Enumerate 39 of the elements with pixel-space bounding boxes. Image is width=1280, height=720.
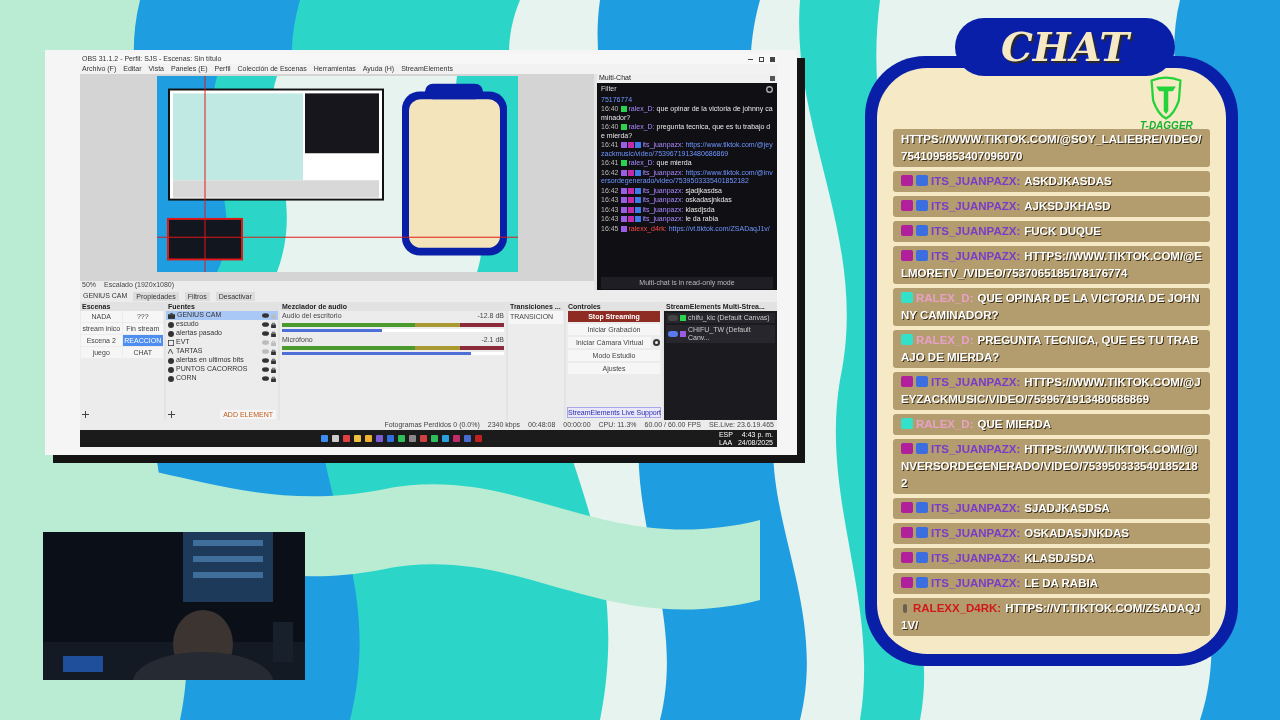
logo-text: T-DAGGER	[1140, 120, 1193, 131]
chat-title: CHAT	[955, 18, 1175, 76]
chat-message: ITS_JUANPAZX: ASKDJKASDAS	[893, 171, 1210, 192]
chat-message: ITS_JUANPAZX: HTTPS://WWW.TIKTOK.COM/@INVERSORDEGENERADO/VIDEO/7539503335401852182	[893, 439, 1210, 494]
platform-icon	[620, 169, 627, 176]
lock-icon[interactable]	[271, 348, 276, 355]
add-icon[interactable]	[82, 411, 89, 418]
chat-message: RALEX_D: QUE OPINAR DE LA VICTORIA DE JOHNNY CAMINADOR?	[893, 288, 1210, 326]
close-icon[interactable]	[770, 56, 775, 62]
chat-message: RALEX_D: PREGUNTA TECNICA, QUE ES TU TRABAJO DE MIERDA?	[893, 330, 1210, 368]
lock-icon[interactable]	[271, 366, 276, 373]
lock-icon[interactable]	[271, 321, 276, 328]
add-icon[interactable]	[168, 411, 175, 418]
volume-slider[interactable]	[282, 328, 504, 332]
chat-message: ITS_JUANPAZX: FUCK DUQUE	[893, 221, 1210, 242]
chat-message: ITS_JUANPAZX: KLASDJSDA	[893, 548, 1210, 569]
chat-message: RALEXX_D4RK: HTTPS://VT.TIKTOK.COM/ZSADAQJ1V/	[893, 598, 1210, 636]
lock-icon[interactable]	[271, 330, 276, 337]
settings-icon[interactable]	[766, 85, 773, 93]
chat-message: ITS_JUANPAZX: LE DA RABIA	[893, 573, 1210, 594]
text-icon	[168, 349, 174, 354]
window-icon	[168, 339, 174, 346]
chat-message: HTTPS://WWW.TIKTOK.COM/@SOY_LALIEBRE/VIDEO/7541095853407096070	[893, 129, 1210, 167]
settings-icon[interactable]	[653, 339, 660, 346]
platform-icon	[680, 331, 686, 337]
platform-icon	[620, 142, 627, 149]
toggle-switch[interactable]	[668, 315, 678, 321]
chat-message: ITS_JUANPAZX: AJKSDJKHASD	[893, 196, 1210, 217]
minimize-icon[interactable]	[748, 58, 753, 60]
toggle-switch[interactable]	[668, 331, 678, 337]
camera-icon	[168, 312, 175, 319]
chat-message: ITS_JUANPAZX: OSKADASJNKDAS	[893, 523, 1210, 544]
chat-message: ITS_JUANPAZX: SJADJKASDSA	[893, 498, 1210, 519]
chat-message: RALEX_D: QUE MIERDA	[893, 414, 1210, 435]
lock-icon[interactable]	[271, 375, 276, 382]
chat-message: ITS_JUANPAZX: HTTPS://WWW.TIKTOK.COM/@ELMORETV_/VIDEO/7537065185178176774	[893, 246, 1210, 284]
maximize-icon[interactable]	[759, 56, 764, 62]
chat-message: ITS_JUANPAZX: HTTPS://WWW.TIKTOK.COM/@JEYZACKMUSIC/VIDEO/7539671913480686869	[893, 372, 1210, 410]
lock-icon[interactable]	[271, 357, 276, 364]
